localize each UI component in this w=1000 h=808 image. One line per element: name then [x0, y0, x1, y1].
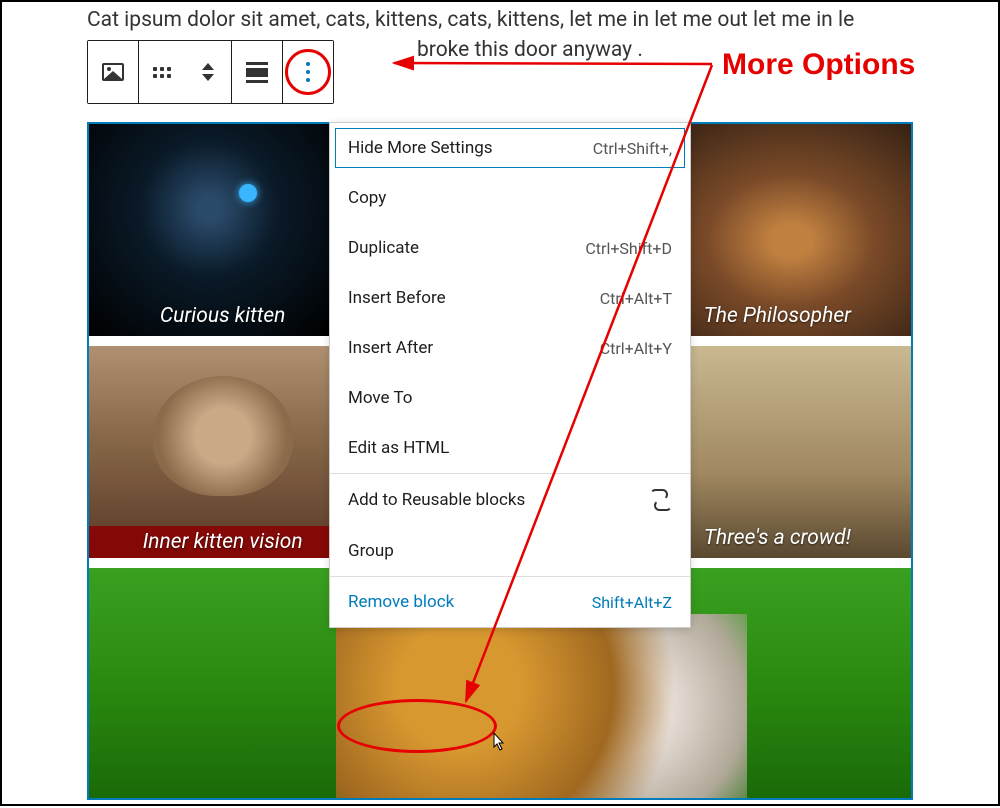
- menu-item-label: Duplicate: [348, 238, 419, 258]
- menu-item-label: Insert Before: [348, 288, 446, 308]
- menu-remove-block[interactable]: Remove block Shift+Alt+Z: [330, 577, 690, 627]
- menu-add-reusable[interactable]: Add to Reusable blocks: [330, 474, 690, 526]
- menu-item-label: Hide More Settings: [348, 138, 493, 158]
- menu-item-label: Copy: [348, 188, 386, 208]
- tile-caption: Curious kitten: [89, 304, 356, 328]
- annotation-label: More Options: [722, 48, 915, 82]
- paragraph-text-2: broke this door anyway .: [417, 38, 643, 62]
- menu-item-label: Move To: [348, 388, 412, 408]
- more-vertical-icon: [306, 62, 310, 82]
- more-options-button[interactable]: [283, 41, 333, 103]
- menu-insert-before[interactable]: Insert Before Ctrl+Alt+T: [330, 273, 690, 323]
- block-type-button[interactable]: [88, 41, 138, 103]
- gallery-tile[interactable]: Curious kitten: [89, 124, 356, 336]
- menu-group[interactable]: Group: [330, 526, 690, 576]
- menu-edit-as-html[interactable]: Edit as HTML: [330, 423, 690, 473]
- align-icon: [246, 62, 268, 83]
- drag-icon: [153, 67, 171, 78]
- more-options-menu: Hide More Settings Ctrl+Shift+, Copy Dup…: [329, 122, 691, 628]
- reusable-icon: [650, 489, 672, 511]
- menu-item-shortcut: Ctrl+Shift+,: [593, 139, 672, 158]
- menu-hide-more-settings[interactable]: Hide More Settings Ctrl+Shift+,: [330, 123, 690, 173]
- image-icon: [102, 63, 124, 81]
- menu-insert-after[interactable]: Insert After Ctrl+Alt+Y: [330, 323, 690, 373]
- menu-item-label: Add to Reusable blocks: [348, 490, 525, 510]
- menu-item-label: Group: [348, 541, 394, 561]
- menu-item-shortcut: Ctrl+Alt+T: [600, 289, 672, 308]
- cursor-icon: [489, 731, 507, 758]
- menu-move-to[interactable]: Move To: [330, 373, 690, 423]
- tile-caption: Inner kitten vision: [89, 526, 356, 558]
- menu-item-label: Insert After: [348, 338, 433, 358]
- paragraph-text: Cat ipsum dolor sit amet, cats, kittens,…: [87, 2, 913, 35]
- drag-handle[interactable]: [139, 41, 185, 103]
- menu-item-label: Edit as HTML: [348, 438, 449, 458]
- menu-item-shortcut: Ctrl+Shift+D: [585, 239, 672, 258]
- block-toolbar: [87, 40, 334, 104]
- menu-item-shortcut: Ctrl+Alt+Y: [600, 339, 672, 358]
- move-icon: [202, 63, 214, 81]
- align-button[interactable]: [232, 41, 282, 103]
- menu-item-label: Remove block: [348, 592, 454, 612]
- menu-item-shortcut: Shift+Alt+Z: [592, 593, 672, 612]
- move-updown-button[interactable]: [185, 41, 231, 103]
- menu-duplicate[interactable]: Duplicate Ctrl+Shift+D: [330, 223, 690, 273]
- menu-copy[interactable]: Copy: [330, 173, 690, 223]
- gallery-tile[interactable]: Inner kitten vision: [89, 346, 356, 558]
